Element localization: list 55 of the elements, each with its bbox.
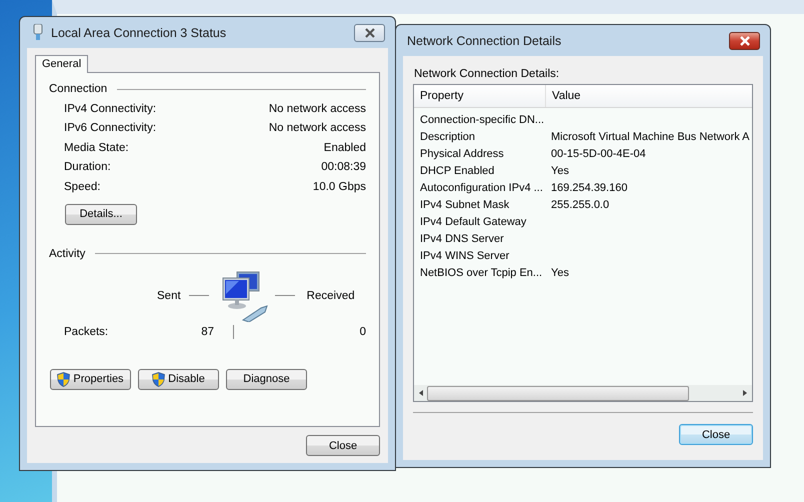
group-heading: Connection — [49, 83, 108, 95]
property-cell-text: DHCP Enabled — [419, 164, 496, 179]
value-cell-text: Yes — [550, 164, 569, 179]
value-cell-text: 169.254.39.160 — [550, 181, 628, 196]
field-label: Speed: — [64, 180, 100, 193]
field-value: 00:08:39 — [321, 161, 366, 174]
received-count: 0 — [358, 326, 366, 338]
group-heading: Activity — [49, 248, 86, 260]
property-cell-text: Connection-specific DN... — [419, 113, 546, 128]
field-value: No network access — [268, 102, 366, 115]
property-cell-text: IPv4 Default Gateway — [419, 215, 528, 230]
window-title: Network Connection Details — [407, 34, 562, 48]
field-label: Duration: — [64, 161, 111, 174]
horizontal-scrollbar[interactable] — [414, 385, 752, 401]
scroll-thumb[interactable] — [427, 386, 689, 401]
shield-icon — [152, 372, 166, 386]
close-icon — [738, 36, 750, 46]
value-cell-text: 00-15-5D-00-4E-04 — [550, 147, 646, 162]
details-button[interactable]: Details... — [65, 204, 137, 224]
tab[interactable]: General — [35, 55, 88, 73]
list-label: Network Connection Details: — [414, 68, 560, 80]
column-header[interactable]: Value — [546, 85, 581, 107]
close-button[interactable]: Close — [679, 424, 753, 445]
property-cell-text: Physical Address — [419, 147, 505, 162]
value-cell-text: Yes — [550, 266, 569, 281]
network-computers-icon — [220, 270, 269, 322]
close-button[interactable] — [354, 24, 385, 42]
received-label: Received — [306, 290, 355, 302]
property-cell-text: Description — [419, 130, 476, 145]
sent-label: Sent — [157, 290, 181, 302]
close-button[interactable]: Close — [306, 435, 380, 456]
field-label: IPv6 Connectivity: — [64, 122, 156, 134]
cable-icon — [33, 24, 43, 41]
close-icon — [364, 28, 376, 38]
field-label: IPv4 Connectivity: — [64, 102, 156, 115]
field-value: No network access — [268, 122, 366, 134]
field-value: 10.0 Gbps — [312, 180, 366, 193]
window-title: Local Area Connection 3 Status — [51, 26, 228, 40]
sent-count: 87 — [200, 326, 214, 338]
field-value: Enabled — [324, 142, 366, 154]
property-cell-text: IPv4 WINS Server — [419, 249, 510, 264]
action-button[interactable]: Disable — [138, 368, 219, 390]
shield-icon — [57, 372, 70, 386]
value-cell-text: 255.255.0.0 — [550, 198, 610, 213]
close-button[interactable] — [729, 32, 760, 50]
property-cell-text: IPv4 Subnet Mask — [419, 198, 510, 213]
action-button[interactable]: Diagnose — [226, 368, 307, 390]
field-label: Media State: — [64, 142, 129, 154]
property-cell-text: Autoconfiguration IPv4 ... — [419, 181, 544, 196]
column-header[interactable]: Property — [414, 85, 546, 107]
packets-label: Packets: — [64, 326, 110, 338]
value-cell-text: Microsoft Virtual Machine Bus Network A — [550, 130, 750, 145]
property-cell-text: IPv4 DNS Server — [419, 232, 505, 247]
action-button[interactable]: Properties — [50, 368, 131, 390]
property-cell-text: NetBIOS over Tcpip En... — [419, 266, 544, 281]
